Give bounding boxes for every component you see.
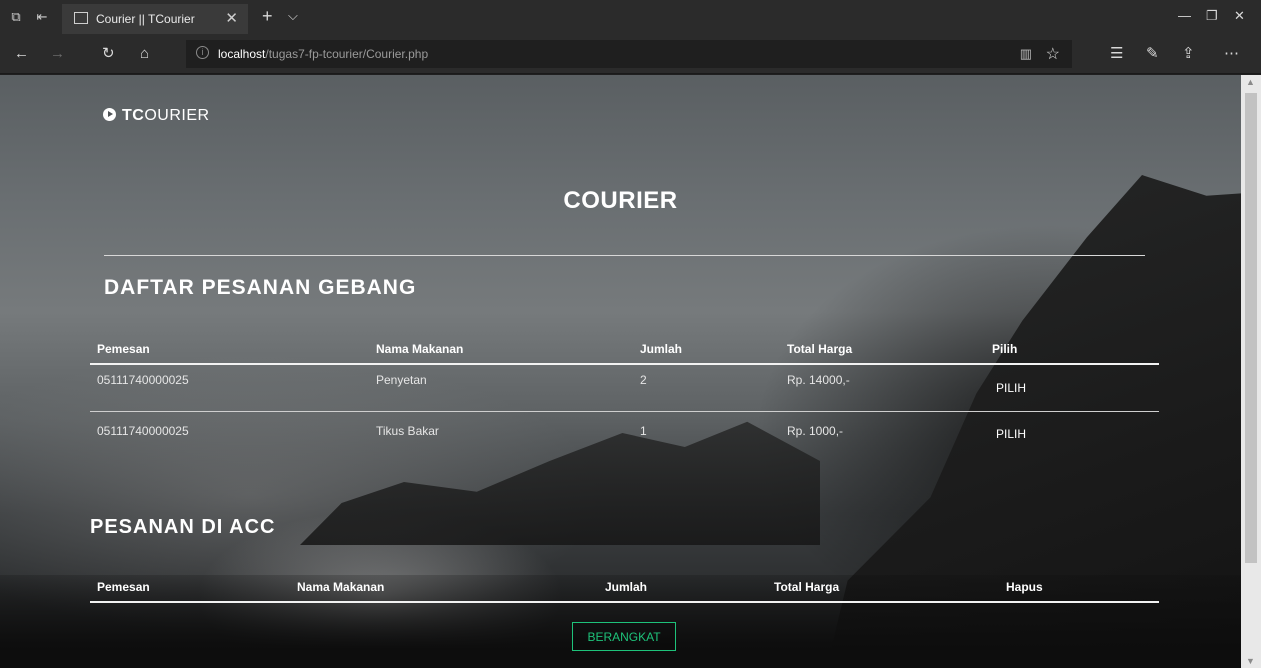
tab-preview-icon[interactable]: ⧉ bbox=[8, 9, 24, 25]
pilih-button[interactable]: PILIH bbox=[996, 381, 1026, 395]
cell-jumlah: 1 bbox=[640, 424, 647, 438]
cell-total-harga: Rp. 14000,- bbox=[787, 373, 850, 387]
more-icon[interactable]: ⋯ bbox=[1224, 45, 1239, 63]
header-pemesan: Pemesan bbox=[97, 580, 150, 594]
header-rule bbox=[90, 363, 1159, 365]
pilih-button[interactable]: PILIH bbox=[996, 427, 1026, 441]
cell-jumlah: 2 bbox=[640, 373, 647, 387]
berangkat-button[interactable]: BERANGKAT bbox=[572, 622, 676, 651]
favorites-list-icon[interactable]: ☰ bbox=[1110, 45, 1123, 63]
brand-logo[interactable]: TCOURIER bbox=[103, 107, 210, 125]
info-icon[interactable]: i bbox=[196, 46, 209, 59]
header-nama-makanan: Nama Makanan bbox=[297, 580, 385, 594]
row-rule bbox=[90, 411, 1159, 412]
header-jumlah: Jumlah bbox=[605, 580, 648, 594]
pen-icon[interactable]: ✎ bbox=[1146, 45, 1159, 63]
accepted-section-title: PESANAN DI ACC bbox=[90, 516, 276, 538]
cell-nama-makanan: Tikus Bakar bbox=[376, 424, 439, 438]
reading-view-icon[interactable]: ▥ bbox=[1020, 46, 1032, 62]
cell-total-harga: Rp. 1000,- bbox=[787, 424, 844, 438]
scroll-down-icon[interactable]: ▼ bbox=[1246, 656, 1255, 666]
share-icon[interactable]: ⇪ bbox=[1182, 45, 1195, 63]
home-icon[interactable]: ⌂ bbox=[140, 45, 149, 63]
close-tab-icon[interactable]: ✕ bbox=[225, 9, 238, 27]
browser-nav-bar: ← → ↻ ⌂ i localhost/tugas7-fp-tcourier/C… bbox=[0, 34, 1261, 74]
back-icon[interactable]: ← bbox=[14, 45, 29, 63]
restore-icon[interactable]: ❐ bbox=[1206, 8, 1218, 24]
header-nama-makanan: Nama Makanan bbox=[376, 342, 464, 356]
new-tab-icon[interactable]: + bbox=[262, 6, 273, 27]
header-jumlah: Jumlah bbox=[640, 342, 683, 356]
play-icon bbox=[103, 108, 116, 121]
header-total-harga: Total Harga bbox=[787, 342, 853, 356]
address-bar[interactable]: i localhost/tugas7-fp-tcourier/Courier.p… bbox=[186, 40, 1072, 68]
header-pemesan: Pemesan bbox=[97, 342, 150, 356]
page-icon bbox=[74, 12, 88, 24]
favorite-star-icon[interactable]: ☆ bbox=[1046, 44, 1060, 64]
scroll-thumb[interactable] bbox=[1245, 93, 1257, 563]
browser-tab-bar: ⧉ ⇤ Courier || TCourier ✕ + ⌵ — ❐ ✕ bbox=[0, 0, 1261, 34]
tab-courier[interactable]: Courier || TCourier ✕ bbox=[62, 4, 248, 34]
header-total-harga: Total Harga bbox=[774, 580, 840, 594]
cell-pemesan: 05111740000025 bbox=[97, 424, 189, 438]
cell-nama-makanan: Penyetan bbox=[376, 373, 427, 387]
header-pilih: Pilih bbox=[992, 342, 1018, 356]
cell-pemesan: 05111740000025 bbox=[97, 373, 189, 387]
scroll-up-icon[interactable]: ▲ bbox=[1246, 77, 1255, 87]
orders-section-title: DAFTAR PESANAN GEBANG bbox=[104, 276, 417, 299]
set-aside-tabs-icon[interactable]: ⇤ bbox=[34, 9, 50, 25]
forward-icon[interactable]: → bbox=[50, 45, 65, 63]
page-title: COURIER bbox=[563, 187, 678, 214]
close-window-icon[interactable]: ✕ bbox=[1234, 8, 1245, 24]
chevron-down-icon[interactable]: ⌵ bbox=[288, 8, 298, 24]
url-text[interactable]: localhost/tugas7-fp-tcourier/Courier.php bbox=[218, 47, 428, 61]
page-scrollbar[interactable]: ▲ ▼ bbox=[1241, 75, 1261, 668]
header-rule bbox=[90, 601, 1159, 603]
header-hapus: Hapus bbox=[1006, 580, 1043, 594]
divider bbox=[104, 255, 1145, 256]
minimize-icon[interactable]: — bbox=[1178, 8, 1191, 23]
refresh-icon[interactable]: ↻ bbox=[102, 45, 115, 63]
tab-title: Courier || TCourier bbox=[96, 12, 195, 26]
